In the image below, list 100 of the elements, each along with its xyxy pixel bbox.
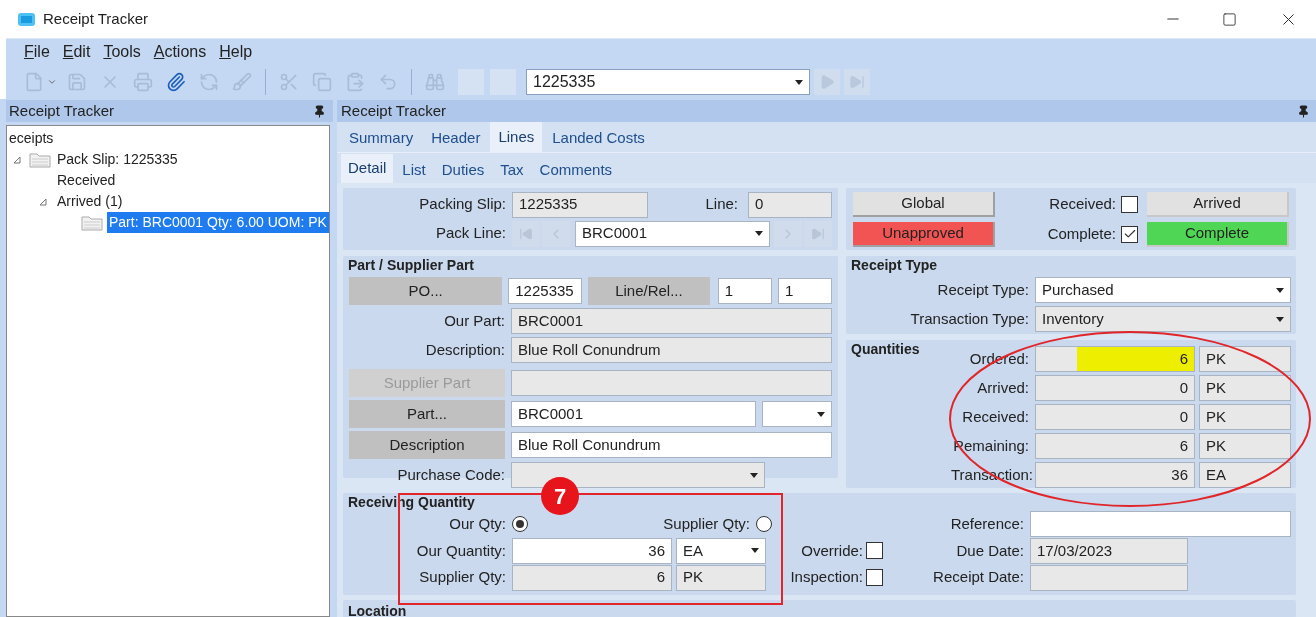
field-label: Description: <box>424 339 506 360</box>
dropdown-field[interactable]: Purchased <box>1035 277 1291 303</box>
menu-item[interactable]: Help <box>219 40 253 64</box>
app-icon <box>18 12 35 26</box>
description-field[interactable]: Blue Roll Conundrum <box>511 337 832 363</box>
tab[interactable]: Duties <box>434 157 492 183</box>
tab[interactable]: Summary <box>341 125 422 152</box>
line-field[interactable]: 0 <box>748 191 832 218</box>
radio-button[interactable] <box>756 516 772 533</box>
quantity-field: 0 <box>1035 404 1195 430</box>
menu-item[interactable]: Edit <box>62 40 91 64</box>
dropdown-arrow-icon <box>1276 287 1284 293</box>
po-button[interactable]: PO... <box>349 277 503 305</box>
part-description-field[interactable]: Blue Roll Conundrum <box>511 432 832 458</box>
receipt-date-field[interactable] <box>1030 564 1188 591</box>
tab[interactable]: Comments <box>532 157 620 183</box>
menu-item[interactable]: Tools <box>103 40 141 64</box>
part-field[interactable]: BRC0001 <box>511 401 756 427</box>
first-record-icon[interactable] <box>512 220 540 247</box>
field-label: Our Part: <box>443 310 506 331</box>
purchase-code-dropdown[interactable] <box>511 462 765 488</box>
part-revision-dropdown[interactable] <box>762 401 832 427</box>
menu-item[interactable]: File <box>24 40 50 64</box>
field-label: Received: <box>961 406 1030 427</box>
part-button[interactable]: Part... <box>349 400 505 428</box>
field-label: Transaction Type: <box>909 308 1030 329</box>
last-record-icon[interactable] <box>804 220 832 247</box>
unit-field: PK <box>1199 375 1291 401</box>
line-release-button[interactable]: Line/Rel... <box>588 277 710 305</box>
field-label: Reference: <box>949 514 1025 535</box>
checkbox[interactable] <box>1121 225 1138 243</box>
po-field[interactable]: 1225335 <box>508 278 582 304</box>
next-icon[interactable] <box>774 220 802 247</box>
status-button[interactable]: Arrived <box>1147 191 1289 217</box>
checkbox[interactable] <box>1121 195 1138 213</box>
checkbox[interactable] <box>866 542 883 560</box>
field-label: Packing Slip: <box>418 194 507 215</box>
line-release-field[interactable]: 1 <box>717 278 772 304</box>
field-label: Purchase Code: <box>396 464 506 485</box>
unit-field: PK <box>1199 404 1291 430</box>
field-label: Receipt Date: <box>932 567 1025 588</box>
tab[interactable]: Header <box>423 125 489 152</box>
field-label: Supplier Qty: <box>418 567 507 588</box>
panel-title: Receipt Tracker <box>9 100 115 121</box>
tree-item[interactable]: Received <box>55 170 118 191</box>
expand-icon[interactable] <box>13 155 21 164</box>
checkbox[interactable] <box>866 569 883 587</box>
dropdown-arrow-icon <box>795 79 803 85</box>
checkbox-label: Inspection: <box>790 567 864 588</box>
tab[interactable]: List <box>395 157 433 183</box>
tab[interactable]: Tax <box>493 157 531 183</box>
dropdown-arrow-icon <box>755 231 763 236</box>
pin-icon[interactable] <box>1297 104 1310 118</box>
dropdown-arrow-icon <box>817 411 825 417</box>
due-date-field[interactable]: 17/03/2023 <box>1030 538 1188 564</box>
field-label: Line: <box>704 194 739 215</box>
unit-field: EA <box>1199 462 1291 488</box>
tree-item[interactable]: Part: BRC0001 Qty: 6.00 UOM: PK <box>107 212 329 233</box>
unit-field[interactable]: EA <box>676 538 766 564</box>
tree-item[interactable]: eceipts <box>7 128 56 149</box>
quantity-field: 36 <box>1035 462 1195 488</box>
description-button[interactable]: Description <box>349 431 505 459</box>
supplier-qty-field[interactable]: 6 <box>512 564 672 591</box>
tab[interactable]: Detail <box>341 154 394 183</box>
record-lookup[interactable]: 1225335 <box>526 69 810 95</box>
field-label: Arrived: <box>976 377 1030 398</box>
status-button[interactable]: Unapproved <box>853 221 995 247</box>
unit-field[interactable]: PK <box>676 564 766 591</box>
status-button[interactable]: Complete <box>1147 221 1289 247</box>
pin-icon[interactable] <box>313 104 326 118</box>
packing-slip-field[interactable]: 1225335 <box>512 191 648 218</box>
dropdown-arrow-icon <box>751 548 759 554</box>
check-icon <box>1122 227 1137 241</box>
reference-field[interactable] <box>1030 511 1291 538</box>
section-title: Quantities <box>851 340 921 359</box>
quantity-field: 6 <box>1035 433 1195 459</box>
paperclip-icon[interactable] <box>166 72 186 92</box>
our-part-field[interactable]: BRC0001 <box>511 308 832 334</box>
tree-item[interactable]: Pack Slip: 1225335 <box>55 149 180 170</box>
panel-title: Receipt Tracker <box>341 100 447 121</box>
our-quantity-field[interactable]: 36 <box>512 538 672 564</box>
quantity-field: 6 <box>1035 346 1195 372</box>
dropdown-field[interactable]: Inventory <box>1035 306 1291 332</box>
checkbox-label: Override: <box>801 540 864 561</box>
maximize-icon[interactable] <box>1222 11 1237 27</box>
radio-button[interactable] <box>512 516 528 533</box>
previous-icon[interactable] <box>542 220 570 247</box>
field-label: Our Qty: <box>448 514 507 535</box>
line-release-field[interactable]: 1 <box>777 278 832 304</box>
tab[interactable]: Lines <box>490 122 543 152</box>
unit-field: PK <box>1199 346 1291 372</box>
field-label: Supplier Qty: <box>662 514 751 535</box>
field-label: Our Quantity: <box>415 540 507 561</box>
pack-line-dropdown[interactable]: BRC0001 <box>575 220 770 247</box>
unit-field: PK <box>1199 433 1291 459</box>
menu-item[interactable]: Actions <box>153 40 207 64</box>
status-button[interactable]: Global <box>853 191 995 217</box>
expand-icon[interactable] <box>39 197 47 206</box>
tree-item[interactable]: Arrived (1) <box>55 191 125 212</box>
tab[interactable]: Landed Costs <box>544 125 653 152</box>
